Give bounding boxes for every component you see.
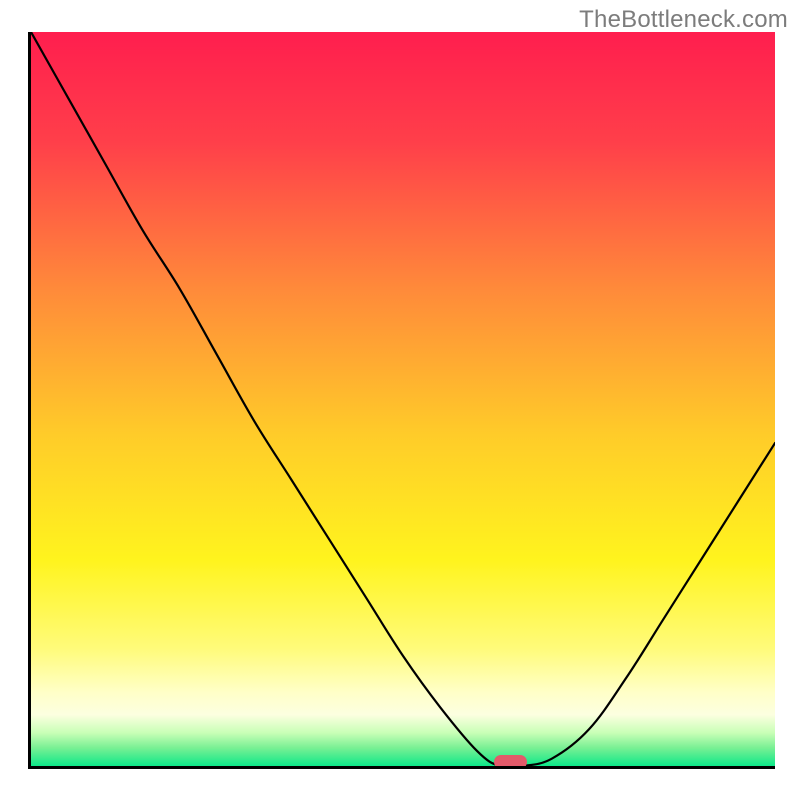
watermark-label: TheBottleneck.com: [579, 6, 788, 34]
bottleneck-curve: [31, 32, 775, 766]
chart-stage: TheBottleneck.com: [0, 0, 800, 800]
plot-area: [28, 32, 775, 769]
optimal-marker: [494, 755, 527, 769]
